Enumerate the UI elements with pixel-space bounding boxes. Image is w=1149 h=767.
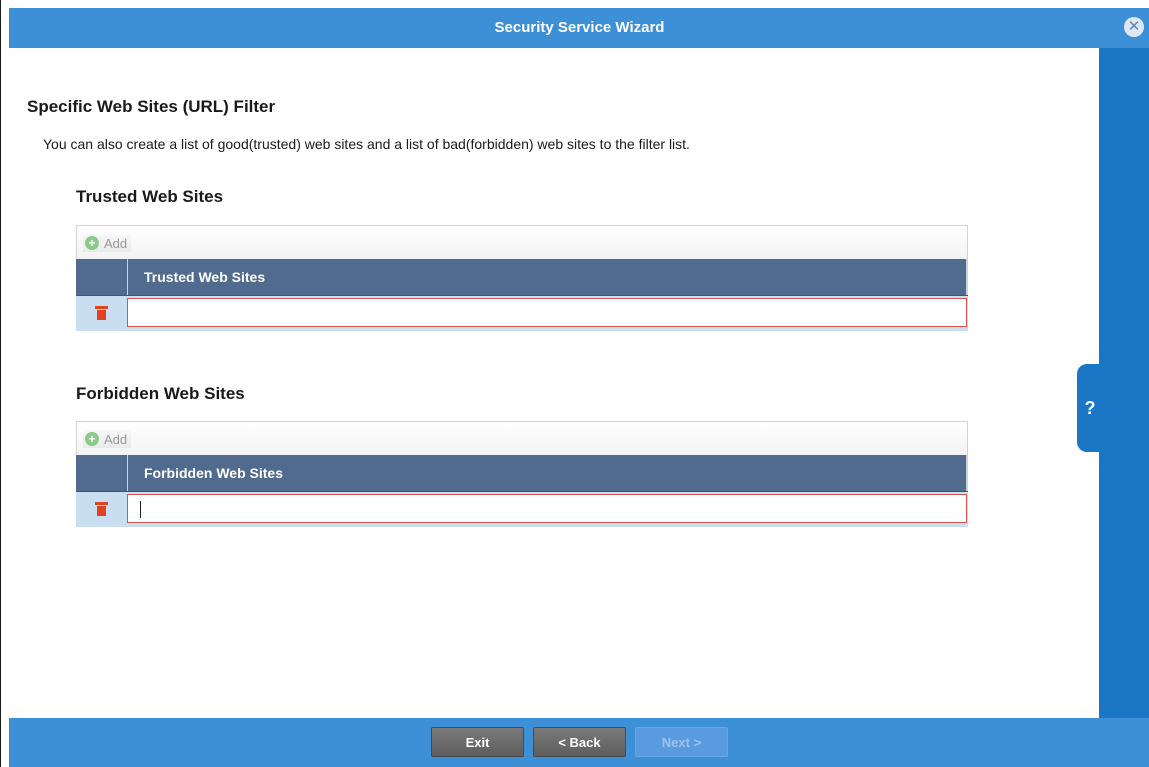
exit-button[interactable]: Exit	[431, 727, 524, 757]
trusted-header-row: Trusted Web Sites	[76, 259, 968, 296]
forbidden-group-title: Forbidden Web Sites	[76, 384, 245, 403]
text-cursor	[140, 501, 141, 518]
security-service-wizard-window: Security Service Wizard ✕ Specific Web S…	[0, 0, 1149, 767]
table-row	[76, 296, 968, 331]
help-tab[interactable]: ?	[1077, 364, 1103, 452]
forbidden-add-button[interactable]: + Add	[83, 430, 132, 448]
wizard-content: Specific Web Sites (URL) Filter You can …	[9, 48, 1099, 718]
back-button[interactable]: < Back	[533, 727, 626, 757]
trash-icon	[95, 502, 108, 516]
forbidden-column-header[interactable]: Forbidden Web Sites	[128, 455, 968, 491]
help-icon: ?	[1084, 398, 1096, 418]
trusted-toolbar: + Add	[76, 225, 968, 259]
section-title: Specific Web Sites (URL) Filter	[27, 97, 276, 116]
delete-row-button[interactable]	[76, 296, 127, 329]
forbidden-toolbar: + Add	[76, 421, 968, 455]
forbidden-add-label: Add	[104, 431, 128, 447]
help-panel-strip	[1099, 48, 1149, 718]
delete-row-button[interactable]	[76, 492, 127, 525]
title-bar: Security Service Wizard ✕	[9, 8, 1149, 48]
section-description: You can also create a list of good(trust…	[43, 136, 690, 152]
trusted-add-button[interactable]: + Add	[83, 234, 132, 252]
add-icon: +	[85, 432, 99, 446]
trusted-sites-table: + Add Trusted Web Sites	[76, 225, 968, 331]
trash-icon	[95, 306, 108, 320]
trusted-group-title: Trusted Web Sites	[76, 187, 224, 206]
forbidden-header-action-column	[76, 455, 128, 491]
add-icon: +	[85, 236, 99, 250]
forbidden-sites-table: + Add Forbidden Web Sites	[76, 421, 968, 527]
window-title: Security Service Wizard	[494, 19, 665, 36]
trusted-url-input[interactable]	[127, 298, 967, 327]
forbidden-url-input[interactable]	[127, 494, 967, 523]
next-button[interactable]: Next >	[635, 727, 728, 757]
forbidden-header-row: Forbidden Web Sites	[76, 455, 968, 492]
wizard-footer: Exit < Back Next >	[9, 718, 1149, 767]
footer-buttons: Exit < Back Next >	[431, 727, 728, 757]
table-row	[76, 492, 968, 527]
trusted-header-action-column	[76, 259, 128, 295]
trusted-add-label: Add	[104, 235, 128, 251]
close-icon[interactable]: ✕	[1124, 17, 1144, 37]
trusted-column-header[interactable]: Trusted Web Sites	[128, 259, 968, 295]
